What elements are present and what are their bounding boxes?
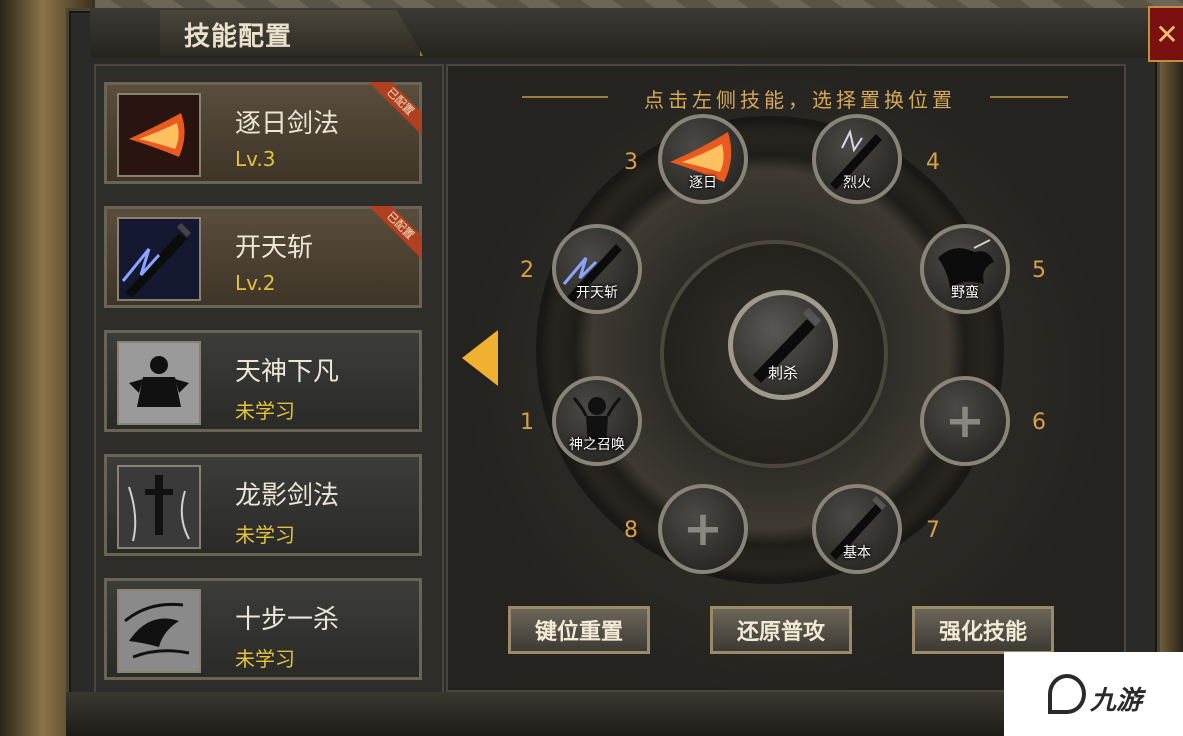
watermark-logo-icon <box>1048 674 1086 714</box>
plus-icon: + <box>944 393 986 449</box>
skill-level: Lv.2 <box>235 271 276 295</box>
skill-card-zhuri[interactable]: 逐日剑法 Lv.3 已配置 <box>104 82 422 184</box>
restore-attack-button[interactable]: 还原普攻 <box>710 606 852 654</box>
ten-step-kill-icon <box>117 589 201 673</box>
configured-badge: 已配置 <box>368 82 422 136</box>
enhance-skill-button[interactable]: 强化技能 <box>912 606 1054 654</box>
slot-number: 4 <box>926 150 940 175</box>
slot-label: 基本 <box>843 545 871 561</box>
skill-name: 十步一杀 <box>235 605 340 635</box>
skill-slot-2[interactable]: 开天斩 <box>552 224 642 314</box>
skill-level: 未学习 <box>235 399 295 423</box>
slot-number: 3 <box>624 150 638 175</box>
slot-number: 2 <box>520 258 534 283</box>
window-bottom-border <box>66 692 1166 736</box>
plus-icon: + <box>682 501 724 557</box>
hint-text: 点击左侧技能，选择置换位置 <box>644 88 956 112</box>
god-descend-icon <box>117 341 201 425</box>
slot-number: 5 <box>1032 258 1046 283</box>
skill-slot-7[interactable]: 基本 <box>812 484 902 574</box>
skill-card-tianshen[interactable]: 天神下凡 未学习 <box>104 330 422 432</box>
watermark-text: 九游 <box>1090 686 1143 716</box>
skill-card-shibu[interactable]: 十步一杀 未学习 <box>104 578 422 680</box>
slot-label: 神之召唤 <box>569 437 625 453</box>
slot-label: 刺杀 <box>767 364 798 382</box>
fire-slash-icon <box>117 93 201 177</box>
skill-level: 未学习 <box>235 647 295 671</box>
skill-name: 逐日剑法 <box>235 109 340 139</box>
skill-list-panel: 逐日剑法 Lv.3 已配置 开天斩 Lv.2 已配置 天神下凡 未学习 龙影剑法… <box>94 64 444 694</box>
skill-name: 天神下凡 <box>235 357 340 387</box>
configured-badge: 已配置 <box>368 206 422 260</box>
center-skill-slot[interactable]: 刺杀 <box>728 290 838 400</box>
skill-level: 未学习 <box>235 523 295 547</box>
slot-label: 开天斩 <box>576 285 618 301</box>
slot-label: 野蛮 <box>951 285 979 301</box>
skill-slot-4[interactable]: 烈火 <box>812 114 902 204</box>
skill-slot-1[interactable]: 神之召唤 <box>552 376 642 466</box>
slot-label: 烈火 <box>843 175 871 191</box>
sword-lightning-icon <box>117 217 201 301</box>
skill-slot-6[interactable]: + <box>920 376 1010 466</box>
slot-label: 逐日 <box>689 175 717 191</box>
slot-number: 7 <box>926 518 940 543</box>
skill-name: 开天斩 <box>235 233 314 263</box>
slot-number: 1 <box>520 410 534 435</box>
skill-card-longying[interactable]: 龙影剑法 未学习 <box>104 454 422 556</box>
window-title: 技能配置 <box>184 22 293 52</box>
skill-level: Lv.3 <box>235 147 276 171</box>
slot-number: 6 <box>1032 410 1046 435</box>
skill-slot-8[interactable]: + <box>658 484 748 574</box>
skill-card-kaitian[interactable]: 开天斩 Lv.2 已配置 <box>104 206 422 308</box>
skill-slot-5[interactable]: 野蛮 <box>920 224 1010 314</box>
slot-number: 8 <box>624 518 638 543</box>
close-button[interactable]: ✕ <box>1148 6 1183 62</box>
skill-slot-3[interactable]: 逐日 <box>658 114 748 204</box>
skill-name: 龙影剑法 <box>235 481 340 511</box>
collapse-arrow-icon[interactable] <box>462 330 498 386</box>
dragon-shadow-sword-icon <box>117 465 201 549</box>
reset-keys-button[interactable]: 键位重置 <box>508 606 650 654</box>
